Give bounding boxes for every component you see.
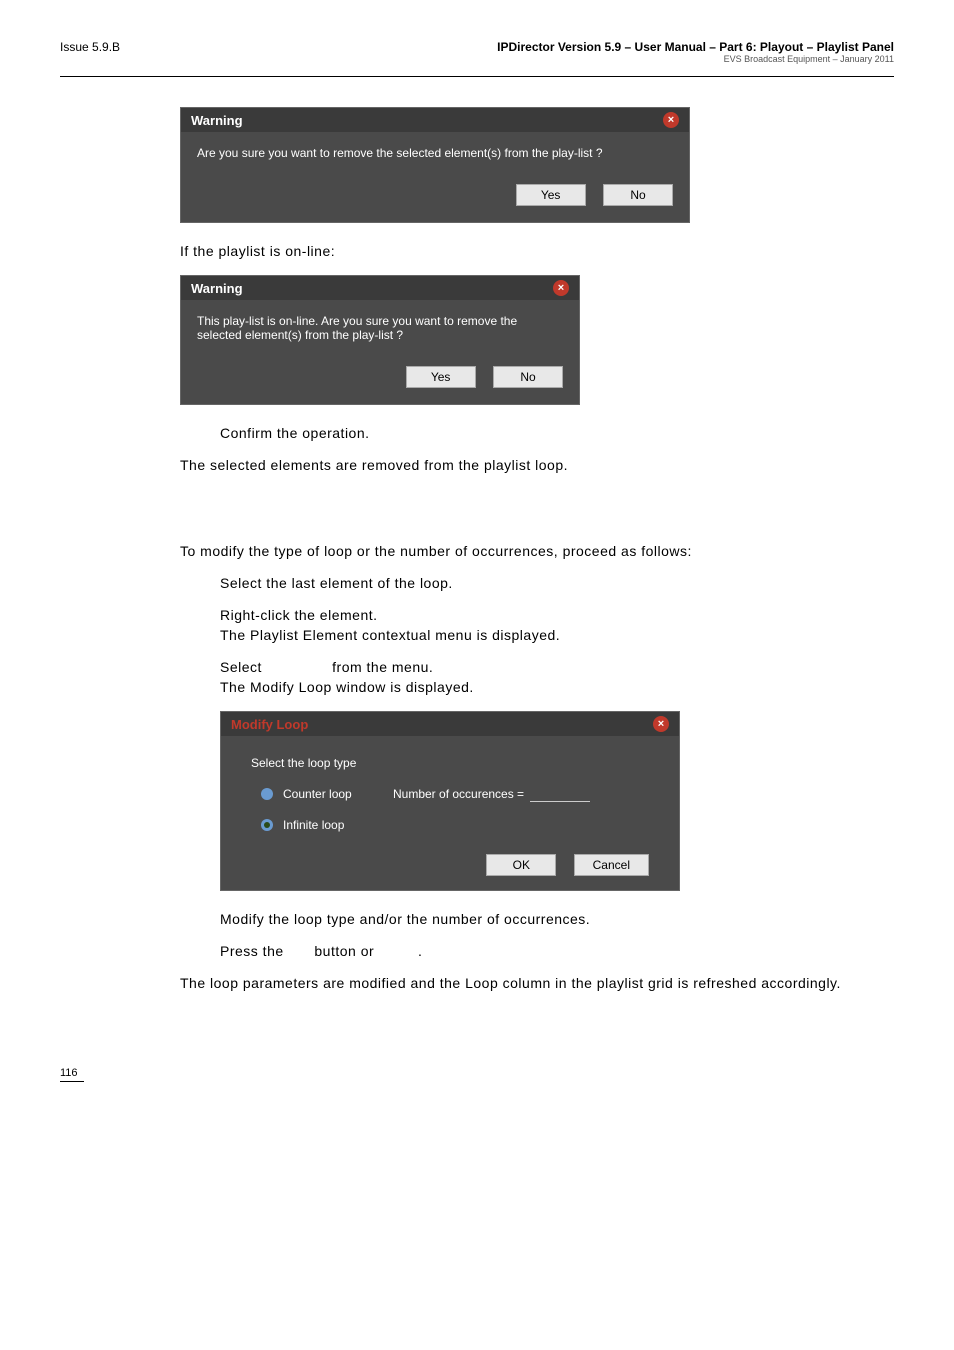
- yes-button[interactable]: Yes: [516, 184, 586, 206]
- step-5: Press the button or .: [220, 943, 894, 959]
- warning-dialog-2: Warning × This play-list is on-line. Are…: [180, 275, 580, 405]
- dialog-body: This play-list is on-line. Are you sure …: [181, 300, 579, 404]
- step-2b: The Playlist Element contextual menu is …: [220, 627, 894, 643]
- page-content: Warning × Are you sure you want to remov…: [180, 107, 894, 991]
- dialog-buttons: Yes No: [197, 366, 563, 388]
- dialog-titlebar: Modify Loop ×: [221, 712, 679, 736]
- dialog-titlebar: Warning ×: [181, 108, 689, 132]
- removed-text: The selected elements are removed from t…: [180, 457, 894, 473]
- dialog-title-text: Warning: [191, 113, 243, 128]
- dialog-message: Are you sure you want to remove the sele…: [197, 146, 673, 160]
- header-rule: [60, 76, 894, 77]
- modify-intro: To modify the type of loop or the number…: [180, 543, 894, 559]
- step-5-post: .: [418, 943, 422, 959]
- final-text: The loop parameters are modified and the…: [180, 975, 894, 991]
- online-text: If the playlist is on-line:: [180, 243, 894, 259]
- close-icon[interactable]: ×: [663, 112, 679, 128]
- step-3a-post: from the menu.: [332, 659, 433, 675]
- close-icon[interactable]: ×: [653, 716, 669, 732]
- radio-infinite[interactable]: [261, 819, 273, 831]
- no-button[interactable]: No: [493, 366, 563, 388]
- step-2a: Right-click the element.: [220, 607, 894, 623]
- step-3a-pre: Select: [220, 659, 262, 675]
- cancel-button[interactable]: Cancel: [574, 854, 649, 876]
- yes-button[interactable]: Yes: [406, 366, 476, 388]
- dialog-buttons: OK Cancel: [251, 854, 649, 876]
- step-3b: The Modify Loop window is displayed.: [220, 679, 894, 695]
- counter-loop-row: Counter loop Number of occurences =: [261, 786, 649, 802]
- step-4: Modify the loop type and/or the number o…: [220, 911, 894, 927]
- modify-loop-dialog: Modify Loop × Select the loop type Count…: [220, 711, 680, 891]
- close-icon[interactable]: ×: [553, 280, 569, 296]
- dialog-message: This play-list is on-line. Are you sure …: [197, 314, 563, 342]
- occurrences-label: Number of occurences =: [393, 787, 524, 801]
- step-5-mid: button or: [314, 943, 374, 959]
- radio-counter[interactable]: [261, 788, 273, 800]
- dialog-body: Are you sure you want to remove the sele…: [181, 132, 689, 222]
- dialog-buttons: Yes No: [197, 184, 673, 206]
- warning-dialog-1: Warning × Are you sure you want to remov…: [180, 107, 690, 223]
- ok-button[interactable]: OK: [486, 854, 556, 876]
- doc-title: IPDirector Version 5.9 – User Manual – P…: [497, 40, 894, 54]
- dialog-body: Select the loop type Counter loop Number…: [221, 736, 679, 890]
- doc-subtitle: EVS Broadcast Equipment – January 2011: [497, 54, 894, 64]
- no-button[interactable]: No: [603, 184, 673, 206]
- dialog-titlebar: Warning ×: [181, 276, 579, 300]
- dialog-title-text: Warning: [191, 281, 243, 296]
- step-1: Select the last element of the loop.: [220, 575, 894, 591]
- page-number: 116: [60, 1067, 84, 1082]
- issue-number: Issue 5.9.B: [60, 40, 120, 54]
- select-loop-label: Select the loop type: [251, 756, 649, 770]
- infinite-loop-label: Infinite loop: [283, 818, 344, 832]
- step-5-pre: Press the: [220, 943, 284, 959]
- header-right: IPDirector Version 5.9 – User Manual – P…: [497, 40, 894, 64]
- counter-loop-label: Counter loop: [283, 787, 393, 801]
- occurrences-input[interactable]: [530, 786, 590, 802]
- step-3a: Select from the menu.: [220, 659, 894, 675]
- confirm-step: Confirm the operation.: [220, 425, 894, 441]
- dialog-title-text: Modify Loop: [231, 717, 308, 732]
- page-header: Issue 5.9.B IPDirector Version 5.9 – Use…: [60, 40, 894, 68]
- infinite-loop-row: Infinite loop: [261, 818, 649, 832]
